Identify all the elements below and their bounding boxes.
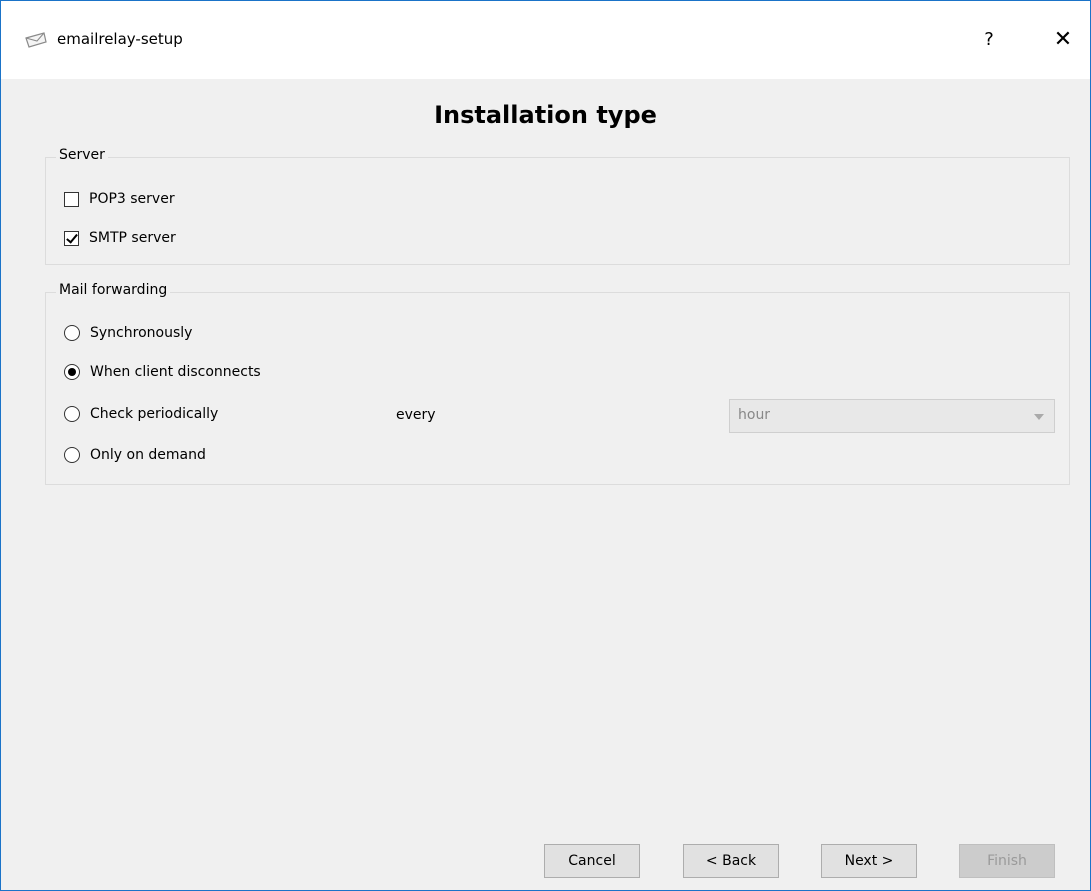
only-on-demand-option[interactable]: Only on demand <box>64 444 206 466</box>
mail-forwarding-group: Mail forwarding Synchronously When clien… <box>45 282 1070 485</box>
synchronously-label: Synchronously <box>90 325 193 341</box>
check-periodically-label: Check periodically <box>90 406 219 422</box>
window-title: emailrelay-setup <box>57 30 183 48</box>
chevron-down-icon <box>1034 414 1044 420</box>
smtp-server-label: SMTP server <box>89 230 176 246</box>
help-button[interactable]: ? <box>969 25 1009 55</box>
synchronously-option[interactable]: Synchronously <box>64 322 192 344</box>
when-client-disconnects-label: When client disconnects <box>90 364 261 380</box>
smtp-server-checkbox[interactable] <box>64 230 79 246</box>
mail-forwarding-group-label: Mail forwarding <box>56 282 171 298</box>
close-button[interactable]: ✕ <box>1043 23 1083 57</box>
pop3-server-label: POP3 server <box>89 191 175 207</box>
interval-select-value: hour <box>738 407 771 423</box>
when-client-disconnects-radio[interactable] <box>64 364 80 380</box>
page-title: Installation type <box>434 101 657 129</box>
interval-select[interactable]: hour <box>729 399 1055 433</box>
envelope-icon <box>25 32 47 48</box>
title-bar: emailrelay-setup ? ✕ <box>1 1 1090 79</box>
setup-window: emailrelay-setup ? ✕ Installation type S… <box>0 0 1091 891</box>
server-group: Server POP3 server SMTP server <box>45 147 1070 265</box>
only-on-demand-radio[interactable] <box>64 447 80 463</box>
synchronously-radio[interactable] <box>64 325 80 341</box>
cancel-button[interactable]: Cancel <box>544 844 640 878</box>
server-group-label: Server <box>56 147 108 163</box>
smtp-server-option[interactable]: SMTP server <box>64 227 176 249</box>
every-label: every <box>396 407 436 423</box>
pop3-server-option[interactable]: POP3 server <box>64 188 175 210</box>
pop3-server-checkbox[interactable] <box>64 191 79 207</box>
when-client-disconnects-option[interactable]: When client disconnects <box>64 361 261 383</box>
check-periodically-option[interactable]: Check periodically <box>64 403 218 425</box>
finish-button[interactable]: Finish <box>959 844 1055 878</box>
back-button[interactable]: < Back <box>683 844 779 878</box>
check-periodically-radio[interactable] <box>64 406 80 422</box>
only-on-demand-label: Only on demand <box>90 447 206 463</box>
next-button[interactable]: Next > <box>821 844 917 878</box>
